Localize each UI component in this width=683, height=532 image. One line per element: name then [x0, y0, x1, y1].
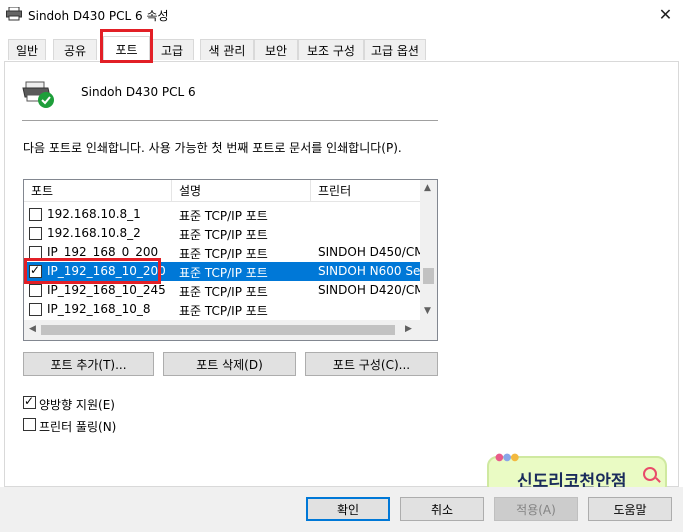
table-row[interactable]: 192.168.10.8_2 표준 TCP/IP 포트	[24, 224, 420, 243]
scroll-down-icon[interactable]: ▼	[424, 306, 431, 316]
tab-color-management[interactable]: 색 관리	[200, 39, 254, 60]
scroll-up-icon[interactable]: ▲	[424, 183, 431, 193]
table-row[interactable]: IP_192_168_10_8 표준 TCP/IP 포트	[24, 300, 420, 319]
table-row-selected[interactable]: IP_192_168_10_200 표준 TCP/IP 포트 SINDOH N6…	[24, 262, 420, 281]
port-name: IP_192_168_10_200	[47, 264, 166, 278]
column-header-port[interactable]: 포트	[24, 180, 172, 202]
close-button[interactable]: ✕	[648, 0, 683, 28]
port-description: 표준 TCP/IP 포트	[179, 247, 268, 261]
tab-advanced[interactable]: 고급	[150, 39, 194, 60]
close-icon: ✕	[658, 4, 673, 24]
tab-sharing[interactable]: 공유	[53, 39, 97, 60]
horizontal-scrollbar[interactable]: ◀ ▶	[24, 320, 437, 340]
title-bar: Sindoh D430 PCL 6 속성 ✕	[0, 0, 683, 30]
port-description: 표준 TCP/IP 포트	[179, 228, 268, 242]
apply-button[interactable]: 적용(A)	[494, 497, 578, 521]
port-name: IP_192_168_10_245	[47, 283, 166, 297]
printer-icon	[6, 7, 22, 21]
column-header-printer[interactable]: 프린터	[311, 180, 420, 202]
port-description: 표준 TCP/IP 포트	[179, 285, 268, 299]
printer-name: Sindoh D430 PCL 6	[81, 85, 196, 99]
table-row[interactable]: IP_192_168_0_200 표준 TCP/IP 포트 SINDOH D45…	[24, 243, 420, 262]
port-checkbox[interactable]	[29, 284, 42, 297]
tab-security[interactable]: 보안	[254, 39, 298, 60]
vertical-scroll-thumb[interactable]	[423, 268, 434, 284]
tab-strip: 일반 공유 포트 고급 색 관리 보안 보조 구성 고급 옵션	[0, 36, 683, 62]
tab-advanced-options[interactable]: 고급 옵션	[364, 39, 426, 60]
window-title: Sindoh D430 PCL 6 속성	[28, 9, 169, 23]
magnifier-icon	[643, 467, 657, 481]
port-printer: SINDOH D420/CM	[318, 283, 420, 297]
delete-port-button[interactable]: 포트 삭제(D)	[163, 352, 296, 376]
tab-general[interactable]: 일반	[8, 39, 46, 60]
port-checkbox[interactable]	[29, 263, 42, 278]
ports-description: 다음 포트로 인쇄합니다. 사용 가능한 첫 번째 포트로 문서를 인쇄합니다(…	[23, 141, 402, 155]
port-name: 192.168.10.8_1	[47, 207, 141, 221]
bidirectional-label[interactable]: 양방향 지원(E)	[39, 396, 115, 413]
port-printer: SINDOH D450/CM	[318, 245, 420, 259]
port-checkbox[interactable]	[29, 246, 42, 259]
port-description: 표준 TCP/IP 포트	[179, 266, 268, 280]
help-button[interactable]: 도움말	[588, 497, 672, 521]
port-description: 표준 TCP/IP 포트	[179, 209, 268, 223]
horizontal-scroll-thumb[interactable]	[41, 325, 395, 335]
port-name: IP_192_168_0_200	[47, 245, 159, 259]
pooling-checkbox[interactable]	[23, 418, 36, 431]
port-checkbox[interactable]	[29, 303, 42, 316]
watermark-dots: ●●●	[495, 452, 519, 463]
pooling-label[interactable]: 프린터 풀링(N)	[39, 418, 116, 435]
port-list[interactable]: 포트 설명 프린터 192.168.10.8_1 표준 TCP/IP 포트 19…	[23, 179, 438, 341]
table-row[interactable]: IP_192_168_10_245 표준 TCP/IP 포트 SINDOH D4…	[24, 281, 420, 300]
configure-port-button[interactable]: 포트 구성(C)...	[305, 352, 438, 376]
port-description: 표준 TCP/IP 포트	[179, 304, 268, 318]
vertical-scrollbar[interactable]: ▲ ▼	[420, 180, 437, 320]
port-checkbox[interactable]	[29, 227, 42, 240]
list-header: 포트 설명 프린터	[24, 180, 420, 202]
printer-ready-icon	[22, 81, 54, 108]
scroll-left-icon[interactable]: ◀	[29, 324, 36, 334]
table-row[interactable]: 192.168.10.8_1 표준 TCP/IP 포트	[24, 205, 420, 224]
port-name: IP_192_168_10_8	[47, 302, 151, 316]
ok-button[interactable]: 확인	[306, 497, 390, 521]
cancel-button[interactable]: 취소	[400, 497, 484, 521]
tab-ports[interactable]: 포트	[103, 36, 150, 61]
divider	[22, 120, 438, 121]
bidirectional-checkbox[interactable]	[23, 394, 36, 409]
port-checkbox[interactable]	[29, 208, 42, 221]
column-header-description[interactable]: 설명	[172, 180, 311, 202]
port-name: 192.168.10.8_2	[47, 226, 141, 240]
scroll-right-icon[interactable]: ▶	[405, 324, 412, 334]
tab-accessory-config[interactable]: 보조 구성	[298, 39, 364, 60]
add-port-button[interactable]: 포트 추가(T)...	[23, 352, 154, 376]
port-printer: SINDOH N600 Ser	[318, 264, 420, 278]
